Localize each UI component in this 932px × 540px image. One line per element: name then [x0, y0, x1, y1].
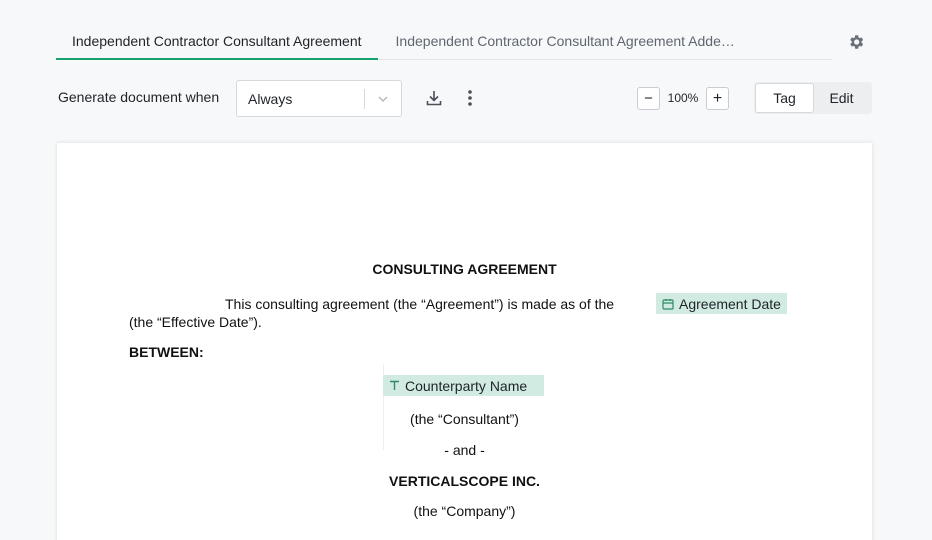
mode-tag-option[interactable]: Tag [756, 84, 813, 112]
calendar-icon [662, 298, 674, 310]
company-name: VERTICALSCOPE INC. [389, 473, 540, 489]
settings-button[interactable] [845, 31, 867, 53]
more-vertical-icon [468, 90, 472, 106]
select-toggle[interactable] [365, 92, 401, 106]
company-label: (the “Company”) [413, 503, 516, 519]
download-button[interactable] [422, 86, 446, 110]
zoom-level: 100% [667, 91, 699, 105]
more-options-button[interactable] [458, 86, 482, 110]
document-title: CONSULTING AGREEMENT [372, 261, 557, 277]
between-heading: BETWEEN: [129, 344, 204, 360]
consultant-label: (the “Consultant”) [410, 411, 519, 427]
document-page: CONSULTING AGREEMENT This consulting agr… [57, 143, 872, 540]
plus-icon: + [712, 89, 723, 107]
download-icon [426, 91, 442, 106]
intro-paragraph: This consulting agreement (the “Agreemen… [225, 296, 615, 312]
counterparty-name-tag[interactable]: Counterparty Name [383, 375, 544, 396]
generate-condition-select[interactable]: Always [236, 80, 402, 117]
generate-condition-value: Always [248, 90, 293, 107]
zoom-out-button[interactable]: − [637, 87, 660, 110]
minus-icon: − [644, 90, 653, 107]
and-separator: - and - [444, 442, 485, 458]
mode-toggle: Tag Edit [754, 82, 872, 114]
tab-consultant-agreement[interactable]: Independent Contractor Consultant Agreem… [56, 22, 378, 60]
text-type-icon [390, 380, 399, 390]
chevron-down-icon [378, 95, 388, 102]
zoom-in-button[interactable]: + [706, 87, 729, 110]
agreement-date-tag-label: Agreement Date [679, 295, 781, 312]
gear-icon [850, 35, 864, 49]
agreement-date-tag[interactable]: Agreement Date [656, 293, 787, 314]
generate-document-label: Generate document when [58, 89, 220, 105]
counterparty-name-tag-label: Counterparty Name [405, 377, 528, 394]
tab-consultant-agreement-addendum[interactable]: Independent Contractor Consultant Agreem… [378, 22, 754, 60]
document-tabs: Independent Contractor Consultant Agreem… [56, 22, 832, 60]
mode-edit-option[interactable]: Edit [813, 84, 870, 112]
effective-date-text: (the “Effective Date”). [129, 314, 262, 330]
